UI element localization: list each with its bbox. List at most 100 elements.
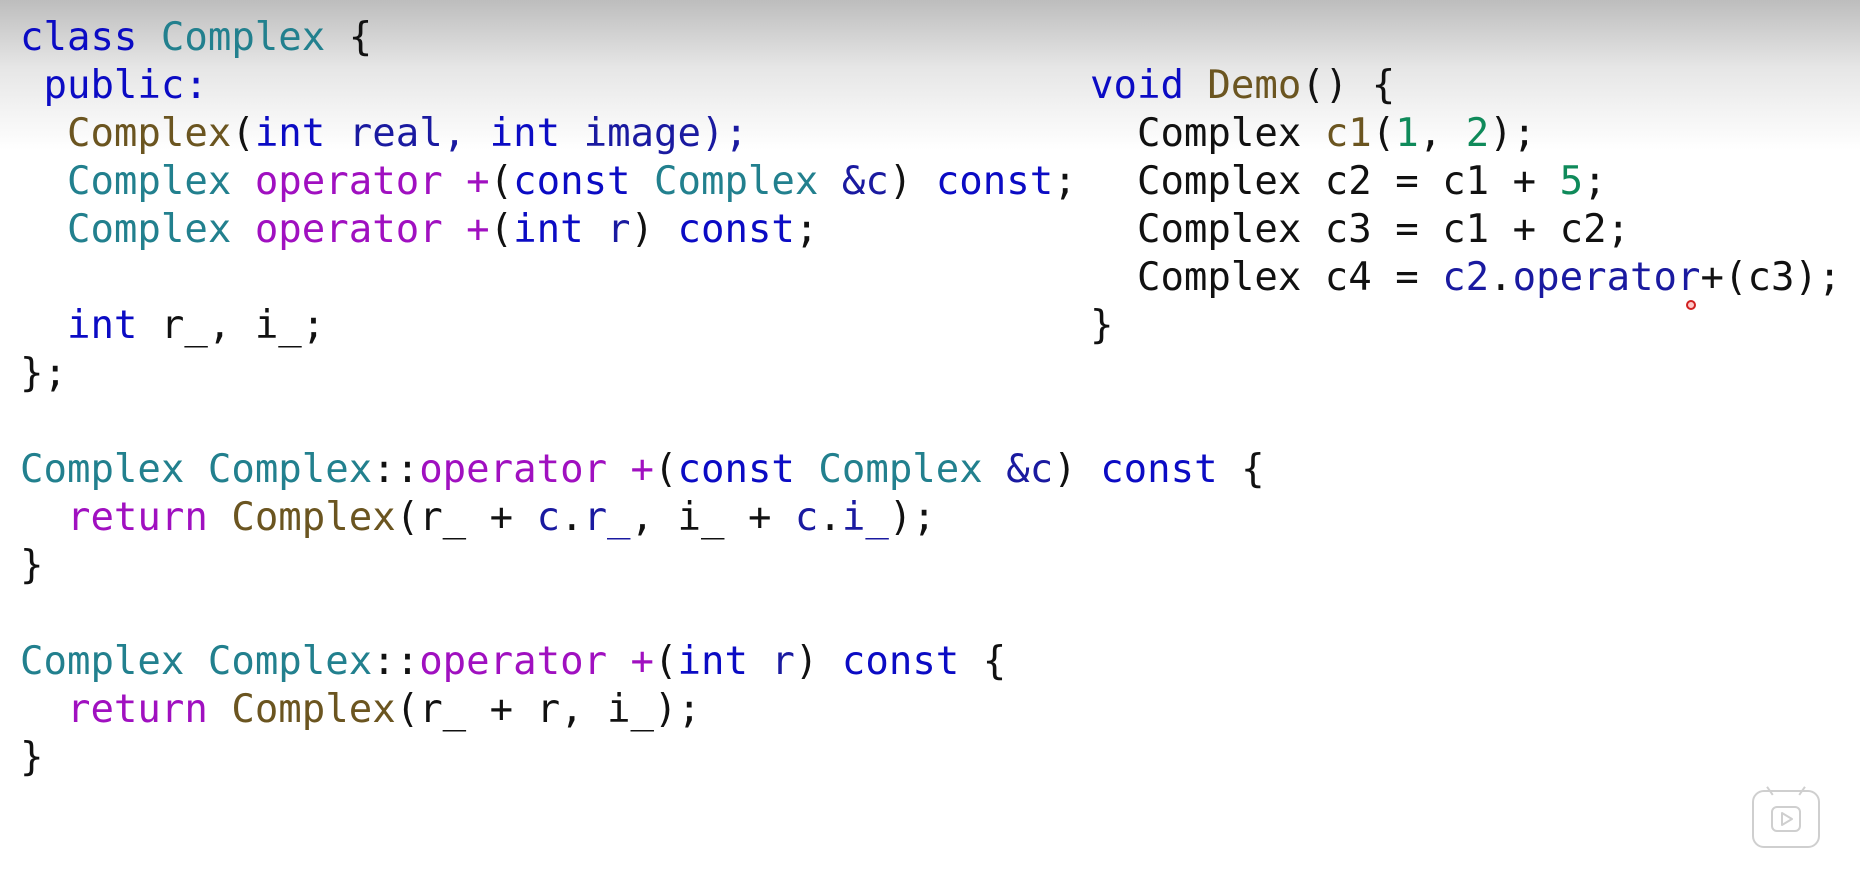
code-token: operator + bbox=[419, 639, 655, 684]
code-token: :: bbox=[372, 639, 420, 684]
code-token: } bbox=[20, 543, 44, 588]
code-token: 5 bbox=[1559, 159, 1584, 204]
code-token: operator + bbox=[419, 447, 655, 492]
cursor-dot-icon bbox=[1686, 300, 1696, 310]
code-token: class bbox=[20, 15, 161, 60]
code-token: Complex bbox=[654, 159, 819, 204]
code-token: Complex bbox=[66, 111, 232, 156]
code-token: &c bbox=[982, 447, 1054, 492]
code-line: ​ bbox=[20, 398, 1265, 446]
code-token: ( bbox=[1371, 111, 1396, 156]
code-token: const bbox=[513, 159, 631, 204]
code-line: } bbox=[20, 734, 1265, 782]
code-token: int bbox=[513, 207, 584, 252]
code-token: Complex bbox=[20, 639, 185, 684]
code-token: c1 bbox=[1324, 111, 1372, 156]
code-token: r_, i_; bbox=[137, 303, 326, 348]
code-token: () { bbox=[1301, 63, 1396, 108]
code-line: Complex operator +(int r) const; bbox=[20, 206, 1265, 254]
code-token: int bbox=[677, 639, 748, 684]
code-token: Complex bbox=[66, 207, 232, 252]
code-token: public: bbox=[20, 63, 208, 108]
code-token: ); bbox=[1489, 111, 1537, 156]
class-definition-code: class Complex { public: Complex(int real… bbox=[20, 14, 1265, 782]
code-token: { bbox=[959, 639, 1007, 684]
code-token: Complex bbox=[1090, 111, 1325, 156]
code-token: , i_ + bbox=[630, 495, 795, 540]
code-token: ; bbox=[794, 207, 819, 252]
play-icon bbox=[1771, 806, 1801, 832]
code-token: Complex c2 = c1 + bbox=[1090, 159, 1560, 204]
code-token: Complex bbox=[20, 447, 185, 492]
code-token: return bbox=[66, 687, 208, 732]
code-token: int bbox=[489, 111, 561, 156]
code-line: void Demo() { bbox=[1090, 62, 1841, 110]
code-token: } bbox=[1090, 303, 1114, 348]
code-token: 2 bbox=[1465, 111, 1490, 156]
code-line: Complex c3 = c1 + c2; bbox=[1090, 206, 1841, 254]
code-token: Complex bbox=[66, 159, 232, 204]
code-token: const bbox=[677, 207, 795, 252]
play-button[interactable] bbox=[1752, 790, 1820, 848]
code-token: { bbox=[1217, 447, 1265, 492]
code-token: operator + bbox=[254, 159, 490, 204]
code-token: } bbox=[20, 735, 44, 780]
code-token: const bbox=[677, 447, 795, 492]
code-token: 1 bbox=[1395, 111, 1419, 156]
code-line: }; bbox=[20, 350, 1265, 398]
code-token: ( bbox=[654, 639, 678, 684]
code-line: Complex c1(1, 2); bbox=[1090, 110, 1841, 158]
code-token: ) bbox=[630, 207, 678, 252]
code-token: Complex c4 = bbox=[1090, 255, 1443, 300]
code-token: ) bbox=[1053, 447, 1101, 492]
code-token: Complex bbox=[231, 495, 396, 540]
code-token: operator + bbox=[254, 207, 490, 252]
code-token: image); bbox=[560, 111, 748, 156]
code-token: :: bbox=[372, 447, 420, 492]
code-token: ( bbox=[489, 159, 514, 204]
code-token: i_ bbox=[841, 495, 889, 540]
code-token: { bbox=[325, 15, 373, 60]
code-token: }; bbox=[20, 351, 67, 396]
code-token: ) bbox=[888, 159, 936, 204]
code-token: r bbox=[747, 639, 795, 684]
code-token: c bbox=[536, 495, 561, 540]
code-token: ; bbox=[1053, 159, 1077, 204]
code-line: Complex operator +(const Complex &c) con… bbox=[20, 158, 1265, 206]
code-line: Complex Complex::operator +(int r) const… bbox=[20, 638, 1265, 686]
code-token: ( bbox=[231, 111, 255, 156]
code-token: ) bbox=[794, 639, 842, 684]
code-token: , bbox=[1418, 111, 1466, 156]
code-line: Complex(int real, int image); bbox=[20, 110, 1265, 158]
code-token: . bbox=[560, 495, 584, 540]
code-token: &c bbox=[818, 159, 889, 204]
code-line: Complex c2 = c1 + 5; bbox=[1090, 158, 1841, 206]
code-token: const bbox=[935, 159, 1054, 204]
code-token: const bbox=[1100, 447, 1218, 492]
code-token: void bbox=[1090, 63, 1184, 108]
code-line: int r_, i_; bbox=[20, 302, 1265, 350]
code-line: } bbox=[1090, 302, 1841, 350]
code-token: ); bbox=[888, 495, 936, 540]
code-token: operator bbox=[1512, 255, 1701, 300]
code-token: Complex bbox=[818, 447, 983, 492]
code-token: Demo bbox=[1207, 63, 1302, 108]
code-token: return bbox=[66, 495, 208, 540]
code-line: return Complex(r_ + r, i_); bbox=[20, 686, 1265, 734]
code-token: (r_ + r, i_); bbox=[395, 687, 701, 732]
code-token: c bbox=[794, 495, 819, 540]
